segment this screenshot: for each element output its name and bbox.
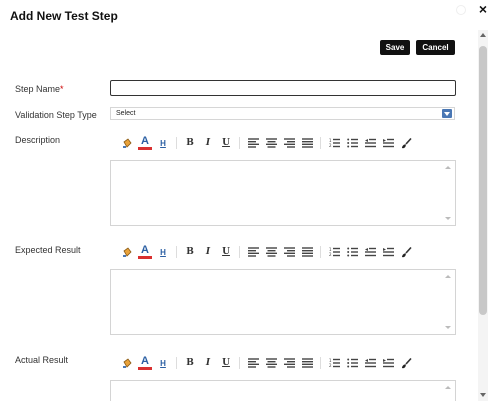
align-right-icon[interactable] [282, 245, 296, 259]
paint-bucket-icon[interactable] [120, 245, 134, 259]
justify-icon[interactable] [300, 356, 314, 370]
indent-icon[interactable] [381, 245, 395, 259]
toolbar-separator [176, 137, 177, 149]
description-toolbar: AHBIU 12 [120, 136, 417, 150]
indent-icon[interactable] [381, 356, 395, 370]
underline-icon[interactable]: U [219, 356, 233, 370]
svg-text:2: 2 [329, 143, 332, 148]
italic-icon[interactable]: I [201, 356, 215, 370]
scroll-up-icon[interactable] [480, 33, 486, 37]
validation-step-type-select[interactable]: Select [110, 107, 455, 120]
numbered-list-icon[interactable]: 12 [327, 356, 341, 370]
expected-result-toolbar: AHBIU 12 [120, 245, 417, 259]
italic-icon[interactable]: I [201, 245, 215, 259]
clear-format-brush-icon[interactable] [399, 356, 413, 370]
font-color-icon[interactable]: A [138, 136, 152, 150]
bold-icon[interactable]: B [183, 356, 197, 370]
toolbar-separator [176, 357, 177, 369]
actual-result-label: Actual Result [15, 355, 69, 365]
cancel-button[interactable]: Cancel [416, 40, 455, 55]
description-editor[interactable] [110, 160, 456, 226]
numbered-list-icon[interactable]: 12 [327, 245, 341, 259]
toolbar-separator [320, 246, 321, 258]
validation-step-type-value: Select [116, 110, 136, 117]
description-editor-scrollbar[interactable] [441, 161, 455, 225]
bulleted-list-icon[interactable] [345, 356, 359, 370]
toolbar-separator [176, 246, 177, 258]
scroll-down-icon[interactable] [480, 393, 486, 397]
outdent-icon[interactable] [363, 245, 377, 259]
align-right-icon[interactable] [282, 356, 296, 370]
add-test-step-dialog: Add New Test Step × Save Cancel Step Nam… [0, 0, 490, 401]
highlight-color-icon[interactable]: H [156, 136, 170, 150]
toolbar-separator [239, 137, 240, 149]
justify-icon[interactable] [300, 136, 314, 150]
toolbar-separator [320, 137, 321, 149]
underline-icon[interactable]: U [219, 136, 233, 150]
bold-icon[interactable]: B [183, 245, 197, 259]
outdent-icon[interactable] [363, 136, 377, 150]
svg-text:2: 2 [329, 252, 332, 257]
bulleted-list-icon[interactable] [345, 136, 359, 150]
save-button[interactable]: Save [380, 40, 410, 55]
italic-icon[interactable]: I [201, 136, 215, 150]
bold-icon[interactable]: B [183, 136, 197, 150]
required-marker: * [60, 84, 64, 94]
close-icon[interactable]: × [476, 2, 490, 16]
align-center-icon[interactable] [264, 136, 278, 150]
paint-bucket-icon[interactable] [120, 356, 134, 370]
actual-result-toolbar: AHBIU 12 [120, 356, 417, 370]
actual-result-editor[interactable] [110, 380, 456, 401]
toolbar-separator [239, 246, 240, 258]
bulleted-list-icon[interactable] [345, 245, 359, 259]
validation-step-type-label: Validation Step Type [15, 110, 97, 120]
dialog-scrollbar[interactable] [478, 30, 488, 401]
dropdown-arrow-icon[interactable] [442, 109, 452, 118]
font-color-icon[interactable]: A [138, 245, 152, 259]
align-center-icon[interactable] [264, 356, 278, 370]
underline-icon[interactable]: U [219, 245, 233, 259]
step-name-input[interactable] [110, 80, 456, 96]
expected-result-editor[interactable] [110, 269, 456, 335]
toolbar-separator [320, 357, 321, 369]
step-name-label-text: Step Name [15, 84, 61, 94]
align-left-icon[interactable] [246, 136, 260, 150]
outdent-icon[interactable] [363, 356, 377, 370]
justify-icon[interactable] [300, 245, 314, 259]
expected-result-editor-scrollbar[interactable] [441, 270, 455, 334]
indent-icon[interactable] [381, 136, 395, 150]
numbered-list-icon[interactable]: 12 [327, 136, 341, 150]
align-center-icon[interactable] [264, 245, 278, 259]
scrollbar-thumb[interactable] [479, 46, 487, 315]
align-left-icon[interactable] [246, 356, 260, 370]
font-color-icon[interactable]: A [138, 356, 152, 370]
dialog-title: Add New Test Step [10, 9, 118, 23]
description-label: Description [15, 135, 61, 145]
step-name-label: Step Name* [15, 84, 64, 94]
align-right-icon[interactable] [282, 136, 296, 150]
highlight-color-icon[interactable]: H [156, 245, 170, 259]
highlight-color-icon[interactable]: H [156, 356, 170, 370]
toolbar-separator [239, 357, 240, 369]
clear-format-brush-icon[interactable] [399, 136, 413, 150]
expected-result-label: Expected Result [15, 245, 81, 255]
align-left-icon[interactable] [246, 245, 260, 259]
minimize-icon [456, 5, 466, 15]
actual-result-editor-scrollbar[interactable] [441, 381, 455, 401]
clear-format-brush-icon[interactable] [399, 245, 413, 259]
svg-text:2: 2 [329, 363, 332, 368]
paint-bucket-icon[interactable] [120, 136, 134, 150]
